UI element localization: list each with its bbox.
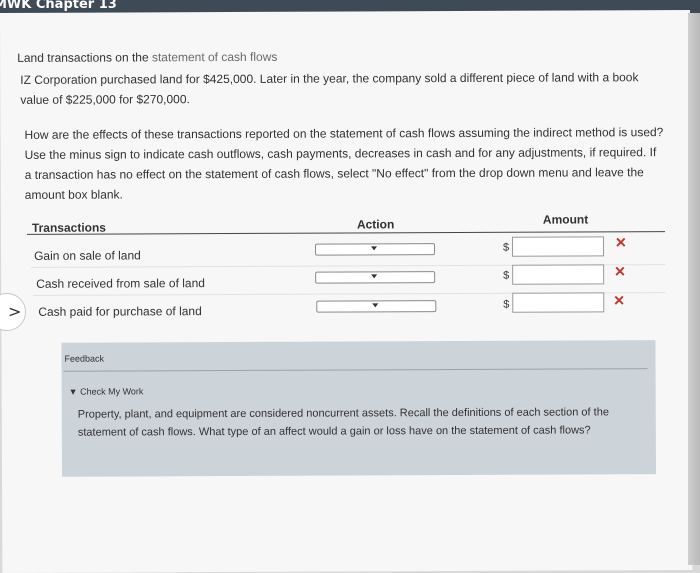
action-dropdown-cash-received[interactable] bbox=[315, 271, 436, 284]
row-label-cash-paid: Cash paid for purchase of land bbox=[38, 304, 202, 319]
heading-prefix: Land transactions on the bbox=[17, 50, 152, 65]
heading-link[interactable]: statement of cash flows bbox=[152, 50, 277, 65]
feedback-title: Feedback bbox=[64, 353, 105, 364]
currency-symbol: $ bbox=[503, 241, 510, 254]
action-dropdown-cash-paid[interactable] bbox=[316, 300, 437, 313]
currency-symbol: $ bbox=[503, 269, 510, 282]
question-paragraph-1: IZ Corporation purchased land for $425,0… bbox=[20, 70, 639, 107]
question-page: Land transactions on the statement of ca… bbox=[0, 9, 693, 573]
dropdown-arrow-icon bbox=[372, 303, 379, 308]
amount-input-gain[interactable] bbox=[511, 236, 605, 257]
question-heading: Land transactions on the statement of ca… bbox=[17, 50, 277, 65]
chevron-right-icon: > bbox=[8, 302, 22, 321]
header-divider bbox=[26, 231, 665, 235]
amount-input-cash-paid[interactable] bbox=[512, 292, 605, 313]
header-action: Action bbox=[356, 217, 395, 232]
currency-symbol: $ bbox=[503, 298, 510, 311]
incorrect-x-icon: ✕ bbox=[614, 234, 627, 251]
action-dropdown-gain[interactable] bbox=[315, 243, 436, 256]
dropdown-arrow-icon bbox=[371, 246, 378, 251]
question-instructions: How are the effects of these transaction… bbox=[24, 125, 664, 202]
row-label-gain-on-sale: Gain on sale of land bbox=[34, 248, 141, 263]
header-amount: Amount bbox=[542, 212, 589, 227]
feedback-hint-text: Property, plant, and equipment are consi… bbox=[77, 406, 609, 439]
incorrect-x-icon: ✕ bbox=[613, 292, 626, 309]
incorrect-x-icon: ✕ bbox=[614, 263, 626, 280]
screen-edge-shadow bbox=[688, 13, 700, 565]
amount-input-cash-received[interactable] bbox=[512, 264, 605, 285]
row-label-cash-received: Cash received from sale of land bbox=[36, 276, 205, 291]
check-my-work-toggle[interactable]: ▼ Check My Work bbox=[69, 386, 144, 396]
assignment-title: MWK Chapter 13 bbox=[0, 0, 117, 12]
dropdown-arrow-icon bbox=[371, 274, 378, 279]
